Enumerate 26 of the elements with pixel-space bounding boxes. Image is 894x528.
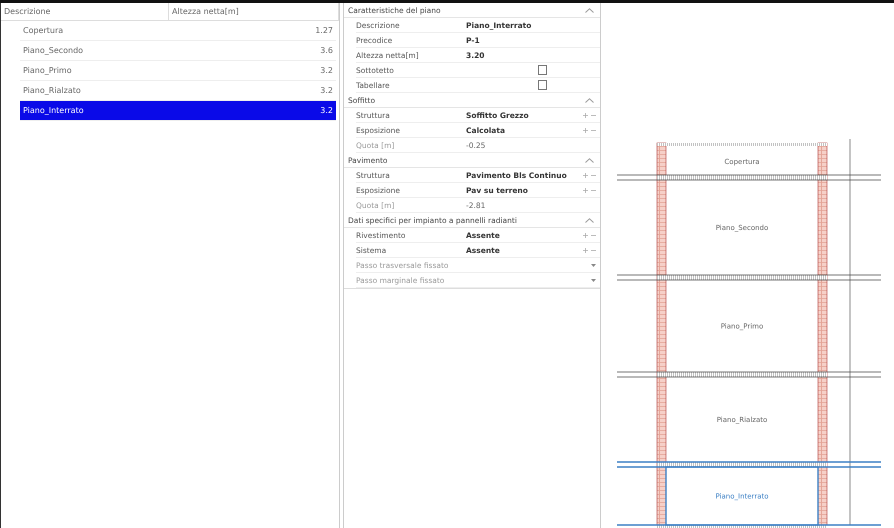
plus-icon[interactable]: [583, 248, 588, 252]
checkbox[interactable]: [538, 65, 547, 75]
minus-icon[interactable]: [591, 112, 596, 118]
minus-icon[interactable]: [591, 232, 596, 238]
plus-icon[interactable]: [583, 112, 588, 118]
table-row[interactable]: Piano_Interrato 3.2: [20, 101, 336, 121]
minus-icon[interactable]: [591, 128, 596, 132]
table-row[interactable]: Piano_Secondo 3.6: [20, 41, 336, 61]
column-header[interactable]: Altezza netta[m]: [169, 3, 339, 20]
column-header[interactable]: Descrizione: [1, 3, 169, 20]
plus-icon[interactable]: [583, 172, 588, 178]
minus-icon[interactable]: [591, 248, 596, 252]
collapse-icon[interactable]: [585, 158, 594, 162]
table-row[interactable]: Copertura 1.27: [20, 21, 336, 41]
table-row[interactable]: Piano_Primo 3.2: [20, 61, 336, 81]
dropdown-arrow-icon[interactable]: [591, 276, 596, 284]
plus-icon[interactable]: [583, 128, 588, 132]
minus-icon[interactable]: [591, 172, 596, 178]
dropdown-arrow-icon[interactable]: [591, 262, 596, 268]
collapse-icon[interactable]: [585, 218, 594, 222]
collapse-icon[interactable]: [585, 8, 594, 12]
collapse-icon[interactable]: [585, 98, 594, 102]
plus-icon[interactable]: [583, 232, 588, 238]
minus-icon[interactable]: [591, 188, 596, 192]
plus-icon[interactable]: [583, 188, 588, 192]
checkbox[interactable]: [538, 80, 547, 90]
